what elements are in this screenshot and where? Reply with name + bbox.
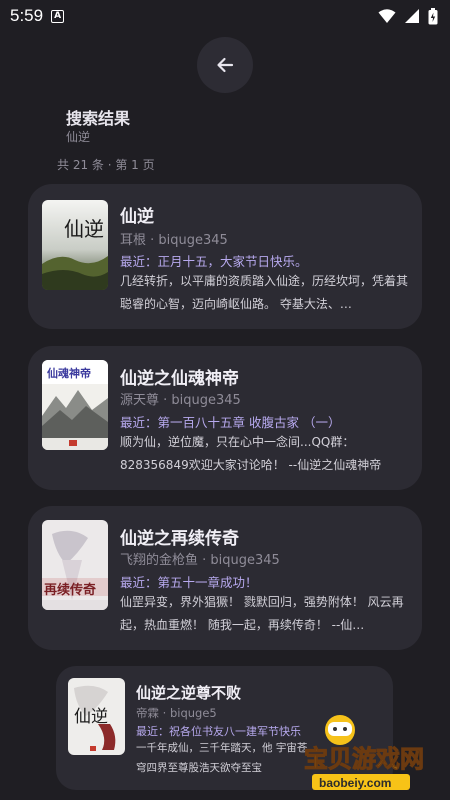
book-description: 一千年成仙，三千年踏天，他 宇宙苍穹四界至尊股浩天欲夺至宝 — [136, 742, 308, 774]
status-time: 5:59 — [10, 6, 44, 25]
book-title: 仙逆之仙魂神帝 — [120, 369, 239, 389]
result-card[interactable]: 再续传奇 仙逆之再续传奇 飞翔的金枪鱼 · biquge345 最近：第五十一章… — [28, 506, 422, 650]
book-description: 仙罡异变，界外猖獗！ 戮默回归，强势附体！ 风云再起，热血重燃！ 随我一起，再续… — [120, 595, 404, 632]
book-author-source: 耳根 · biquge345 — [120, 233, 228, 248]
cover-title-text: 仙魂神帝 — [47, 366, 91, 380]
notification-a-icon: A — [51, 9, 65, 23]
page-title: 搜索结果 — [66, 109, 131, 128]
book-description: 几经转折，以平庸的资质踏入仙途，历经坎坷，凭着其聪睿的心智，迈向崎岖仙路。 夺基… — [120, 274, 409, 311]
book-latest-chapter: 最近：祝各位书友八一建军节快乐 — [136, 725, 301, 738]
book-cover: 仙魂神帝 — [42, 360, 108, 450]
book-author-source: 源天尊 · biquge345 — [120, 393, 241, 408]
wifi-icon — [378, 9, 396, 23]
book-latest-chapter: 最近：第五十一章成功！ — [120, 575, 258, 590]
book-author-source: 飞翔的金枪鱼 · biquge345 — [120, 553, 280, 568]
arrow-left-icon — [217, 57, 234, 73]
book-latest-chapter: 最近：第一百八十五章 收腹古家 （一） — [120, 415, 341, 430]
book-title: 仙逆之再续传奇 — [120, 529, 239, 549]
book-description: 顺为仙，逆位魔，只在心中一念间...QQ群：828356849欢迎大家讨论哈！ … — [120, 435, 382, 472]
watermark-text: 宝贝游戏网 — [304, 745, 424, 773]
book-latest-chapter: 最近：正月十五，大家节日快乐。 — [120, 254, 308, 269]
result-count: 共 21 条 · 第 1 页 — [57, 158, 155, 172]
cover-title-text: 仙逆 — [64, 217, 104, 241]
book-title: 仙逆 — [120, 207, 154, 227]
result-card[interactable]: 仙魂神帝 仙逆之仙魂神帝 源天尊 · biquge345 最近：第一百八十五章 … — [28, 346, 422, 490]
book-cover: 仙逆 — [42, 200, 108, 290]
battery-icon — [428, 7, 438, 24]
result-card[interactable]: 仙逆 仙逆 耳根 · biquge345 最近：正月十五，大家节日快乐。 几经转… — [28, 184, 422, 329]
book-cover: 仙逆 — [68, 678, 125, 755]
back-button[interactable] — [197, 37, 253, 93]
book-author-source: 帝霖 · biquge5 — [136, 706, 217, 720]
watermark-url: baobeiy.com — [319, 776, 391, 790]
watermark-logo: 宝贝游戏网 baobeiy.com — [300, 710, 450, 800]
cover-title-text: 再续传奇 — [44, 582, 96, 598]
status-bar: 5:59 A — [0, 0, 450, 32]
signal-icon — [405, 9, 419, 23]
search-query: 仙逆 — [66, 130, 91, 144]
book-title: 仙逆之逆尊不败 — [136, 684, 242, 702]
book-cover: 再续传奇 — [42, 520, 108, 610]
